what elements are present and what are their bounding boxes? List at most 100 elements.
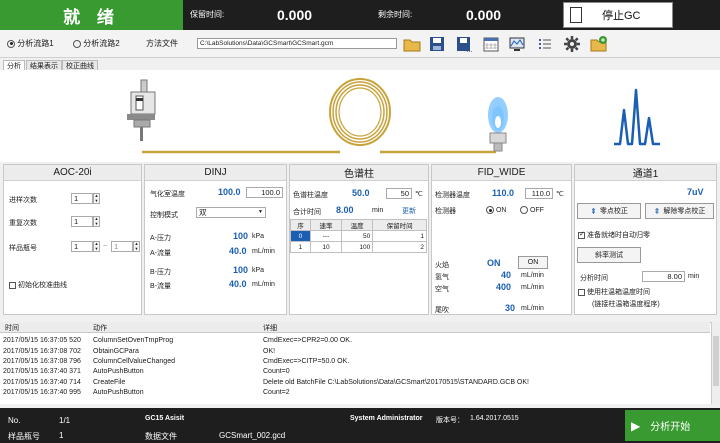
tab-calibration-curve[interactable]: 校正曲线 [62,60,98,70]
list-icon[interactable] [536,35,554,53]
log-cell: CreateFile [93,379,126,386]
clear-zero-button[interactable]: ⇞ 解除零点校正 [645,203,714,219]
log-cell: CmdExec=>CITP=50.0 OK. [263,358,350,365]
makeup-label: 尾吹 [435,307,449,314]
b-flow-unit: mL/min [252,281,275,288]
inject-count-spinner[interactable]: ▲ ▼ [93,193,100,204]
log-header-action: 动作 [93,325,107,332]
table-cell[interactable]: 10 [309,241,343,253]
control-mode-select[interactable]: 双 ▼ [196,207,266,218]
update-link[interactable]: 更新 [402,206,416,216]
table-cell[interactable]: 100 [341,241,374,253]
log-cell: 2017/05/15 16:37:08 796 [3,358,81,365]
log-row[interactable]: 2017/05/15 16:37:40 371 AutoPushButton Cou… [0,368,710,378]
vial-to-input[interactable]: 1 [111,241,133,252]
log-cell: 2017/05/15 16:37:40 371 [3,368,81,375]
method-file-path-input[interactable]: C:\LabSolutions\Data\GCSmart\GCSmart.gcm [197,38,397,49]
table-row[interactable]: 0 --- 50 1 [290,230,427,242]
vial-to-spinner[interactable]: ▲ ▼ [133,241,140,252]
signal-value: 7uV [687,187,704,197]
repeat-count-input[interactable]: 1 [71,216,93,227]
user-name: System Administrator [350,415,423,422]
use-column-time-checkbox[interactable]: 使用柱温箱温度时间 [578,287,650,297]
log-scrollbar[interactable] [711,322,720,404]
injector-temp-set-input[interactable]: 100.0 [246,187,283,198]
hydrogen-label: 氢气 [435,274,449,281]
status-vial-value: 1 [59,431,64,440]
detector-on-label: ON [495,206,507,214]
table-cell[interactable]: 1 [372,230,427,242]
radio-selected-icon [7,39,15,48]
table-cell[interactable]: 50 [341,230,374,242]
hydrogen-value: 40 [501,270,512,280]
gear-icon[interactable] [563,35,581,53]
table-header: 速率 [309,219,343,231]
scrollbar-thumb[interactable] [713,336,719,386]
table-header: 序 [290,219,311,231]
vial-from-input[interactable]: 1 [71,241,93,252]
fid-title: FID_WIDE [432,165,571,181]
detector-off-label: OFF [529,206,544,214]
column-temp-set-input[interactable]: 50 [386,188,412,199]
log-row[interactable]: 2017/05/15 16:37:05 520 ColumnSetOvenTmpP… [0,337,710,347]
table-cell[interactable]: 0 [290,230,311,242]
column-title: 色谱柱 [290,165,428,181]
inject-count-input[interactable]: 1 [71,193,93,204]
slope-test-button[interactable]: 斜率测试 [577,247,641,263]
chromatogram-peaks-icon [614,88,660,146]
log-row[interactable]: 2017/05/15 16:37:08 702 ObtainGCPara OK! [0,348,710,358]
a-flow-value: 40.0 [229,246,247,256]
save-icon[interactable] [428,35,446,53]
add-folder-icon[interactable] [590,35,608,53]
detector-on-radio[interactable]: ON [486,206,506,214]
analysis-time-unit: min [688,273,700,280]
log-header-time: 时间 [5,325,19,332]
radio-empty-icon [520,206,528,214]
tab-results[interactable]: 结果表示 [26,60,62,70]
table-row[interactable]: 1 10 100 2 [290,241,427,253]
detector-off-radio[interactable]: OFF [520,206,544,214]
checkbox-icon [578,288,585,296]
vial-from-spinner[interactable]: ▲ ▼ [93,241,100,252]
a-flow-unit: mL/min [252,248,275,255]
flow-path-1-radio[interactable]: 分析流路1 [7,38,54,49]
remaining-time-value: 0.000 [466,7,502,23]
method-file-label: 方法文件 [146,39,178,48]
analysis-time-input[interactable]: 8.00 [642,271,685,282]
flame-on-button[interactable]: ON [518,256,548,269]
calendar-icon[interactable] [482,35,500,53]
table-cell[interactable]: --- [309,230,343,242]
tab-analysis[interactable]: 分析 [3,60,25,70]
detector-temp-label: 检测器温度 [435,192,470,199]
table-cell[interactable]: 1 [290,241,311,253]
column-temp-label: 色谱柱温度 [293,192,328,199]
hydrogen-unit: mL/min [521,272,544,279]
init-calibration-checkbox[interactable]: 初始化校准曲线 [9,280,67,290]
log-row[interactable]: 2017/05/15 16:37:40 714 CreateFile Delete … [0,379,710,389]
monitor-icon[interactable] [508,35,526,53]
control-mode-value: 双 [199,208,207,217]
b-pressure-value: 100 [233,265,249,275]
init-calibration-label: 初始化校准曲线 [17,282,67,289]
flow-path-2-radio[interactable]: 分析流路2 [73,38,120,49]
detector-temp-set-input[interactable]: 110.0 [525,188,553,199]
auto-zero-label: 准备就绪时自动归零 [586,232,650,239]
total-time-unit: min [372,207,384,214]
start-analysis-button[interactable]: ▶ 分析开始 [625,410,720,441]
table-cell[interactable]: 2 [372,241,427,253]
log-row[interactable]: 2017/05/15 16:37:08 796 ColumnCellValueCh… [0,358,710,368]
save-as-icon[interactable]: … [455,35,473,53]
repeat-count-spinner[interactable]: ▲ ▼ [93,216,100,227]
zero-adjust-button[interactable]: ⇞ 零点校正 [577,203,641,219]
total-time-label: 合计时间 [293,209,321,216]
log-row[interactable]: 2017/05/15 16:37:40 995 AutoPushButton Cou… [0,389,710,399]
clear-zero-icon: ⇞ [653,206,661,216]
log-header-detail: 详细 [263,325,277,332]
status-bar [0,408,720,443]
log-cell: Count=0 [263,368,290,375]
temp-program-table: 序 速率 温度 保留时间 0 --- 50 1 1 10 100 2 [290,219,427,253]
log-cell: ObtainGCPara [93,348,139,355]
folder-open-icon[interactable] [403,35,421,53]
stop-gc-button[interactable]: 停止GC [563,2,673,28]
auto-zero-checkbox[interactable]: 准备就绪时自动归零 [578,230,650,240]
